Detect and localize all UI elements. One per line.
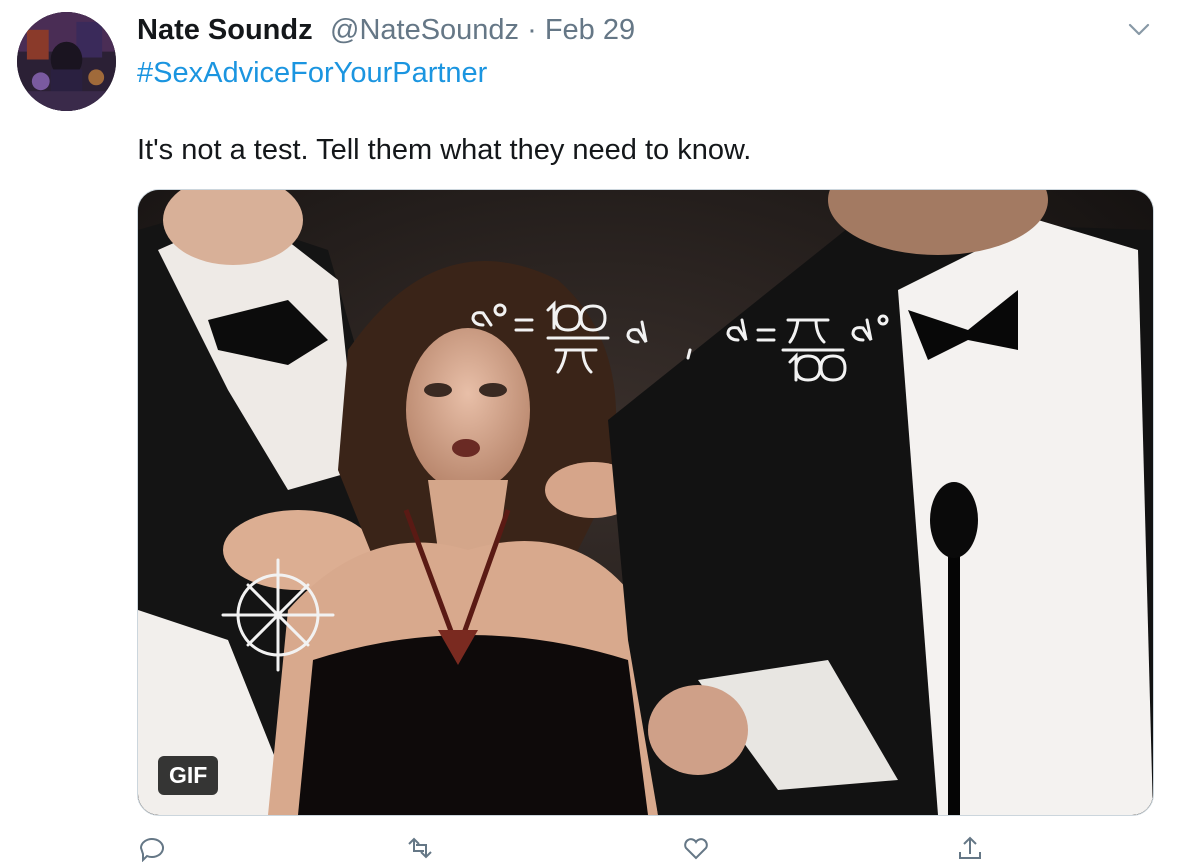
chevron-down-icon[interactable] (1124, 14, 1154, 44)
tweet-text: It's not a test. Tell them what they nee… (137, 134, 752, 166)
author-avatar[interactable] (17, 12, 116, 111)
hashtag-link[interactable]: #SexAdviceForYourPartner (137, 57, 487, 90)
author-name[interactable]: Nate Soundz (137, 14, 313, 47)
profile-avatar (17, 12, 116, 111)
author-handle-date[interactable]: @NateSoundz · Feb 29 (330, 14, 635, 47)
gif-badge: GIF (158, 756, 219, 795)
gif-media[interactable]: GIF (137, 189, 1154, 816)
tweet-actions (137, 828, 1152, 862)
gif-frame (138, 190, 1153, 815)
